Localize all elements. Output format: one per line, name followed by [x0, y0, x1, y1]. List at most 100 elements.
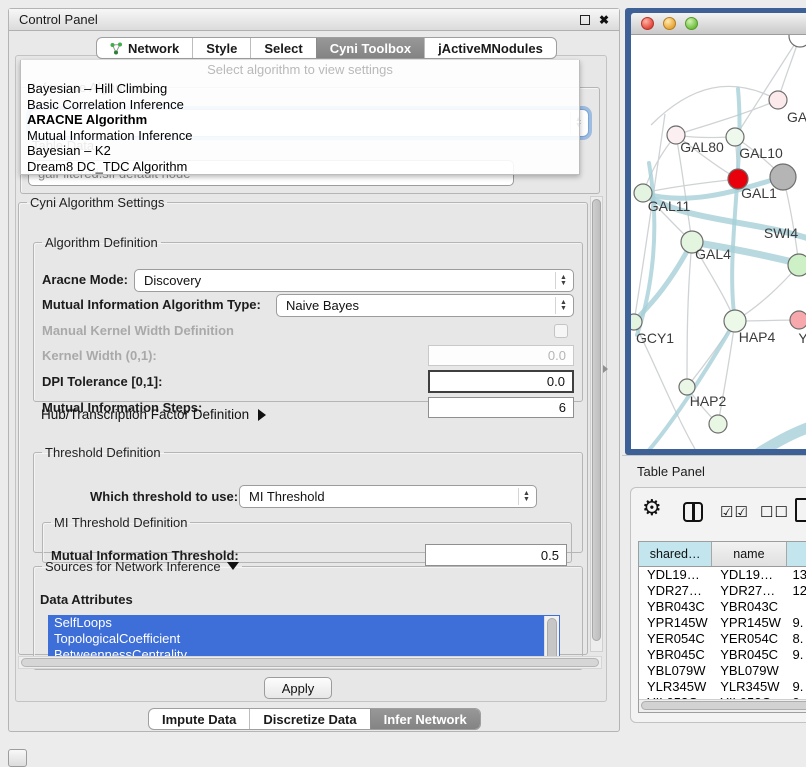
network-node[interactable]: [789, 35, 806, 47]
table-cell[interactable]: YBR045C: [639, 647, 712, 663]
table-row[interactable]: YBR043CYBR043C: [639, 599, 806, 615]
table-horizontal-scrollbar[interactable]: [639, 699, 806, 712]
gear-icon[interactable]: ⚙: [642, 496, 662, 520]
network-edge: [676, 100, 778, 135]
deselect-all-icon[interactable]: ☐☐: [760, 503, 789, 521]
hub-definition-toggle[interactable]: Hub/Transcription Factor Definition: [41, 407, 266, 422]
network-node[interactable]: [726, 128, 744, 146]
table-cell[interactable]: YBL079W: [639, 663, 712, 679]
table-cell[interactable]: 9.: [787, 679, 806, 695]
table-row[interactable]: YDL19…YDL19…13: [639, 567, 806, 583]
column-header-partial[interactable]: A: [787, 542, 806, 566]
tab-jactivemnodules[interactable]: jActiveMNodules: [424, 38, 556, 58]
table-cell[interactable]: 9.: [787, 647, 806, 663]
manual-kernel-checkbox[interactable]: [554, 324, 568, 338]
close-traffic-light-icon[interactable]: [641, 17, 654, 30]
table-row[interactable]: YPR145WYPR145W9.: [639, 615, 806, 631]
control-panel-titlebar: Control Panel ✖: [9, 9, 619, 31]
tab-network[interactable]: Network: [97, 38, 192, 58]
attribute-item-selected[interactable]: TopologicalCoefficient: [48, 631, 560, 647]
tab-network-label: Network: [128, 41, 179, 56]
table-cell[interactable]: 9.: [787, 615, 806, 631]
table-cell[interactable]: YPR145W: [712, 615, 786, 631]
table-cell[interactable]: YER054C: [639, 631, 712, 647]
table-cell[interactable]: YDL19…: [712, 567, 786, 583]
network-node[interactable]: [769, 91, 787, 109]
tab-infer-network[interactable]: Infer Network: [370, 709, 480, 729]
table-cell[interactable]: YBR043C: [712, 599, 786, 615]
minimize-traffic-light-icon[interactable]: [663, 17, 676, 30]
table-row[interactable]: YLR345WYLR345W9.: [639, 679, 806, 695]
table-cell[interactable]: 12: [787, 583, 806, 599]
network-node[interactable]: [631, 314, 642, 330]
panel-divider: [622, 455, 806, 456]
table-cell[interactable]: YLR345W: [639, 679, 712, 695]
which-threshold-value: MI Threshold: [249, 489, 325, 504]
table-cell[interactable]: YBR043C: [639, 599, 712, 615]
mi-type-label: Mutual Information Algorithm Type:: [42, 297, 261, 312]
algorithm-option[interactable]: Dream8 DC_TDC Algorithm: [21, 159, 579, 175]
settings-horizontal-scrollbar[interactable]: [18, 656, 602, 669]
algorithm-definition-title: Algorithm Definition: [42, 235, 161, 250]
column-header-name[interactable]: name: [712, 542, 786, 566]
network-canvas[interactable]: GALGAL80GAL10GAL1GAL11SWI4GAL4GCY1HAP4YH…: [631, 35, 806, 449]
network-window-titlebar[interactable]: [631, 13, 806, 35]
table-cell[interactable]: YPR145W: [639, 615, 712, 631]
dpi-tolerance-field[interactable]: 0.0: [428, 370, 574, 393]
scrollbar-thumb[interactable]: [21, 658, 599, 667]
zoom-traffic-light-icon[interactable]: [685, 17, 698, 30]
kernel-width-field[interactable]: 0.0: [428, 345, 574, 366]
scrollbar-thumb[interactable]: [592, 199, 601, 641]
float-window-icon[interactable]: [580, 15, 590, 25]
network-node-label: GAL10: [739, 145, 783, 161]
table-cell[interactable]: [787, 663, 806, 679]
table-cell[interactable]: 13: [787, 567, 806, 583]
algorithm-option[interactable]: Basic Correlation Inference: [21, 97, 579, 113]
select-all-icon[interactable]: ☑☑: [720, 503, 749, 521]
aracne-mode-combobox[interactable]: Discovery ▲▼: [134, 269, 574, 292]
which-threshold-combobox[interactable]: MI Threshold ▲▼: [239, 485, 537, 508]
document-icon[interactable]: [795, 498, 806, 522]
close-window-icon[interactable]: ✖: [599, 15, 609, 25]
table-cell[interactable]: 8.: [787, 631, 806, 647]
network-edge: [759, 421, 806, 449]
table-cell[interactable]: YER054C: [712, 631, 786, 647]
table-row[interactable]: YDR27…YDR27…12: [639, 583, 806, 599]
splitter-handle-icon[interactable]: [603, 365, 608, 373]
kernel-width-label: Kernel Width (0,1):: [42, 348, 157, 363]
mi-steps-field[interactable]: 6: [428, 397, 574, 418]
table-cell[interactable]: YDR27…: [712, 583, 786, 599]
network-node[interactable]: [788, 254, 806, 276]
collapsed-panel-icon[interactable]: [8, 749, 27, 767]
table-cell[interactable]: [787, 599, 806, 615]
table-row[interactable]: YBR045CYBR045C9.: [639, 647, 806, 663]
scrollbar-thumb[interactable]: [641, 701, 806, 710]
sources-group-title[interactable]: Sources for Network Inference: [42, 559, 242, 574]
table-row[interactable]: YBL079WYBL079W: [639, 663, 806, 679]
settings-vertical-scrollbar[interactable]: [590, 196, 603, 652]
algorithm-option-selected[interactable]: ARACNE Algorithm: [21, 112, 579, 128]
table-cell[interactable]: YLR345W: [712, 679, 786, 695]
tab-discretize-data[interactable]: Discretize Data: [249, 709, 369, 729]
table-cell[interactable]: YBR045C: [712, 647, 786, 663]
tab-impute-data[interactable]: Impute Data: [149, 709, 249, 729]
column-header-shared-name[interactable]: shared…: [639, 542, 712, 566]
algorithm-option[interactable]: Bayesian – K2: [21, 143, 579, 159]
algorithm-definition-group: Algorithm Definition Aracne Mode: Discov…: [33, 235, 583, 402]
tab-select[interactable]: Select: [250, 38, 315, 58]
table-cell[interactable]: YDR27…: [639, 583, 712, 599]
algorithm-option[interactable]: Bayesian – Hill Climbing: [21, 81, 579, 97]
network-node[interactable]: [790, 311, 806, 329]
table-row[interactable]: YER054CYER054C8.: [639, 631, 806, 647]
table-cell[interactable]: YBL079W: [712, 663, 786, 679]
apply-button[interactable]: Apply: [264, 677, 332, 699]
tab-cyni-toolbox[interactable]: Cyni Toolbox: [316, 38, 424, 58]
split-view-icon[interactable]: [683, 502, 703, 522]
mi-threshold-group-title: MI Threshold Definition: [51, 515, 190, 530]
tab-style[interactable]: Style: [192, 38, 250, 58]
algorithm-option[interactable]: Mutual Information Inference: [21, 128, 579, 144]
table-cell[interactable]: YDL19…: [639, 567, 712, 583]
network-node[interactable]: [709, 415, 727, 433]
attribute-item-selected[interactable]: SelfLoops: [48, 615, 560, 631]
mi-type-combobox[interactable]: Naive Bayes ▲▼: [276, 294, 574, 317]
